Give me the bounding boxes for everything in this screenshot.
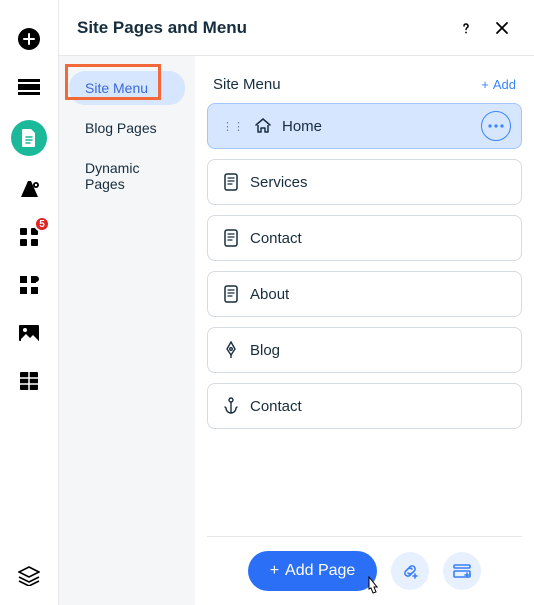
rail-add-icon[interactable] bbox=[14, 24, 44, 54]
add-link[interactable]: + Add bbox=[481, 77, 516, 92]
panel-footer: + Add Page bbox=[207, 536, 522, 605]
page-item[interactable]: ⋮⋮Contact bbox=[207, 215, 522, 261]
rail-apps-badge: 5 bbox=[34, 216, 50, 232]
page-item-label: About bbox=[250, 286, 511, 303]
page-item[interactable]: ⋮⋮Blog bbox=[207, 327, 522, 373]
pen-icon bbox=[222, 341, 240, 359]
page-item[interactable]: ⋮⋮About bbox=[207, 271, 522, 317]
page-icon bbox=[222, 173, 240, 191]
section-title: Site Menu bbox=[213, 76, 481, 93]
page-icon bbox=[222, 229, 240, 247]
more-actions-button[interactable] bbox=[481, 111, 511, 141]
anchor-icon bbox=[222, 397, 240, 415]
plus-icon: + bbox=[270, 562, 279, 580]
plus-icon: + bbox=[481, 77, 489, 92]
page-item-label: Services bbox=[250, 174, 511, 191]
main-column: Site Menu + Add ⋮⋮ Home ⋮⋮Services ⋮⋮Contac… bbox=[195, 56, 534, 605]
folder-button[interactable] bbox=[443, 552, 481, 590]
rail-data-icon[interactable] bbox=[14, 366, 44, 396]
rail-design-icon[interactable] bbox=[14, 174, 44, 204]
home-icon bbox=[254, 117, 272, 135]
section-header: Site Menu + Add bbox=[207, 56, 522, 103]
page-icon bbox=[222, 285, 240, 303]
panel-title: Site Pages and Menu bbox=[77, 18, 444, 38]
rail-media-icon[interactable] bbox=[14, 318, 44, 348]
sidebar-item-label: Dynamic Pages bbox=[85, 160, 139, 192]
page-item-label: Home bbox=[282, 118, 471, 135]
page-item[interactable]: ⋮⋮ Home bbox=[207, 103, 522, 149]
rail-sections-icon[interactable] bbox=[14, 72, 44, 102]
add-link-label: Add bbox=[493, 77, 516, 92]
close-icon[interactable] bbox=[488, 14, 516, 42]
page-item-label: Blog bbox=[250, 342, 511, 359]
help-icon[interactable] bbox=[452, 14, 480, 42]
sidebar-item-blog-pages[interactable]: Blog Pages bbox=[69, 111, 185, 145]
rail-apps-icon[interactable]: 5 bbox=[14, 222, 44, 252]
left-rail: 5 bbox=[0, 0, 58, 605]
page-item-label: Contact bbox=[250, 398, 511, 415]
page-item[interactable]: ⋮⋮Contact bbox=[207, 383, 522, 429]
sidebar-item-label: Site Menu bbox=[85, 80, 148, 96]
sidebar-item-label: Blog Pages bbox=[85, 120, 157, 136]
add-page-button[interactable]: + Add Page bbox=[248, 551, 378, 591]
add-page-label: Add Page bbox=[285, 562, 355, 580]
page-item-label: Contact bbox=[250, 230, 511, 247]
page-item[interactable]: ⋮⋮Services bbox=[207, 159, 522, 205]
categories-sidebar: Site Menu Blog Pages Dynamic Pages bbox=[59, 56, 195, 605]
sidebar-item-site-menu[interactable]: Site Menu bbox=[69, 71, 185, 105]
link-button[interactable] bbox=[391, 552, 429, 590]
panel: Site Pages and Menu Site Menu Blog Pages… bbox=[58, 0, 534, 605]
rail-pages-icon[interactable] bbox=[11, 120, 47, 156]
page-list: ⋮⋮ Home ⋮⋮Services ⋮⋮Contact ⋮⋮About ⋮⋮Blog ⋮⋮… bbox=[207, 103, 522, 429]
sidebar-item-dynamic-pages[interactable]: Dynamic Pages bbox=[69, 151, 185, 201]
rail-layers-icon[interactable] bbox=[14, 561, 44, 591]
panel-header: Site Pages and Menu bbox=[59, 0, 534, 56]
rail-plugins-icon[interactable] bbox=[14, 270, 44, 300]
drag-handle-icon[interactable]: ⋮⋮ bbox=[222, 120, 244, 133]
